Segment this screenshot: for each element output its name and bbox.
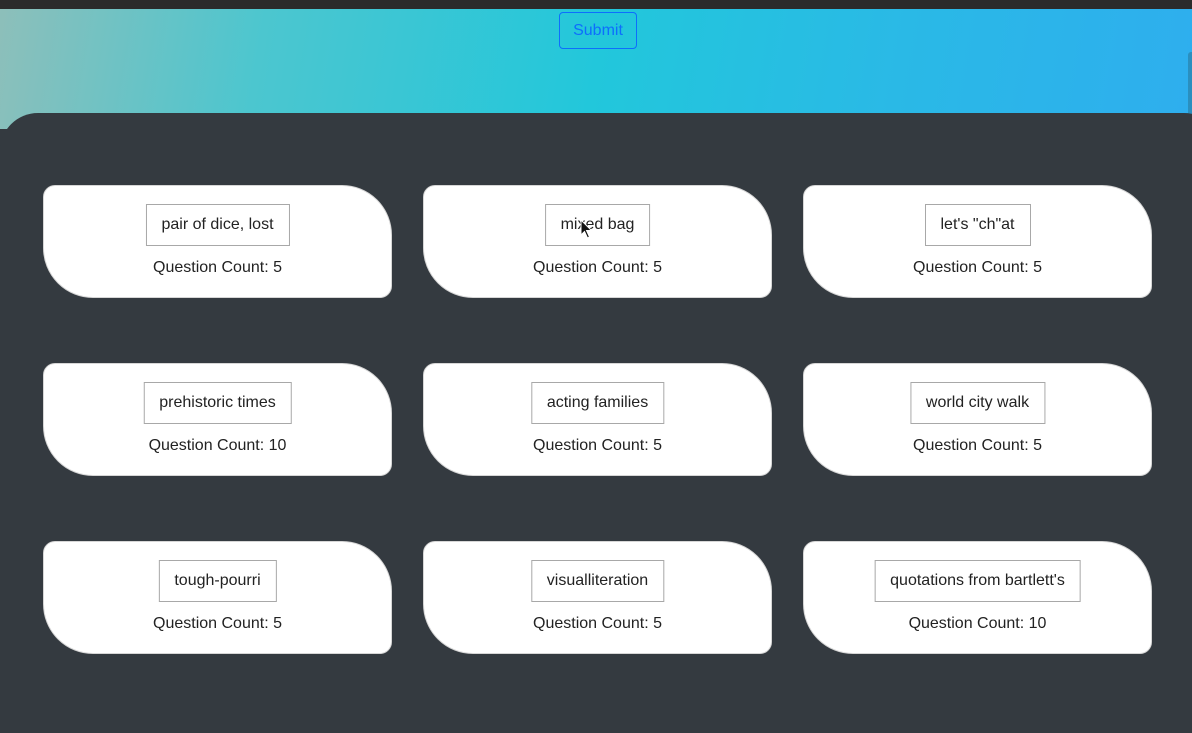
- category-title[interactable]: world city walk: [909, 382, 1046, 424]
- category-title[interactable]: pair of dice, lost: [145, 204, 290, 246]
- question-count: Question Count: 5: [533, 259, 662, 276]
- category-card[interactable]: let's "ch"at Question Count: 5: [803, 185, 1152, 298]
- window-top-strip: [0, 0, 1192, 9]
- category-card[interactable]: acting families Question Count: 5: [423, 363, 772, 476]
- category-title[interactable]: quotations from bartlett's: [874, 560, 1081, 602]
- category-title[interactable]: mixed bag: [544, 204, 651, 246]
- category-card[interactable]: prehistoric times Question Count: 10: [43, 363, 392, 476]
- submit-button[interactable]: Submit: [559, 12, 637, 49]
- category-card[interactable]: tough-pourri Question Count: 5: [43, 541, 392, 654]
- question-count: Question Count: 5: [533, 437, 662, 454]
- question-count: Question Count: 10: [148, 437, 287, 454]
- question-count: Question Count: 5: [533, 615, 662, 632]
- category-title[interactable]: tough-pourri: [158, 560, 277, 602]
- category-card[interactable]: pair of dice, lost Question Count: 5: [43, 185, 392, 298]
- category-title[interactable]: visualliteration: [530, 560, 665, 602]
- category-card[interactable]: visualliteration Question Count: 5: [423, 541, 772, 654]
- mouse-pointer-icon: [580, 219, 593, 239]
- category-card[interactable]: world city walk Question Count: 5: [803, 363, 1152, 476]
- question-count: Question Count: 5: [153, 615, 282, 632]
- category-title[interactable]: acting families: [530, 382, 665, 424]
- category-title[interactable]: prehistoric times: [143, 382, 292, 424]
- question-count: Question Count: 5: [153, 259, 282, 276]
- question-count: Question Count: 5: [913, 437, 1042, 454]
- category-card[interactable]: quotations from bartlett's Question Coun…: [803, 541, 1152, 654]
- question-count: Question Count: 10: [908, 615, 1047, 632]
- category-title[interactable]: let's "ch"at: [924, 204, 1031, 246]
- question-count: Question Count: 5: [913, 259, 1042, 276]
- category-card[interactable]: mixed bag Question Count: 5: [423, 185, 772, 298]
